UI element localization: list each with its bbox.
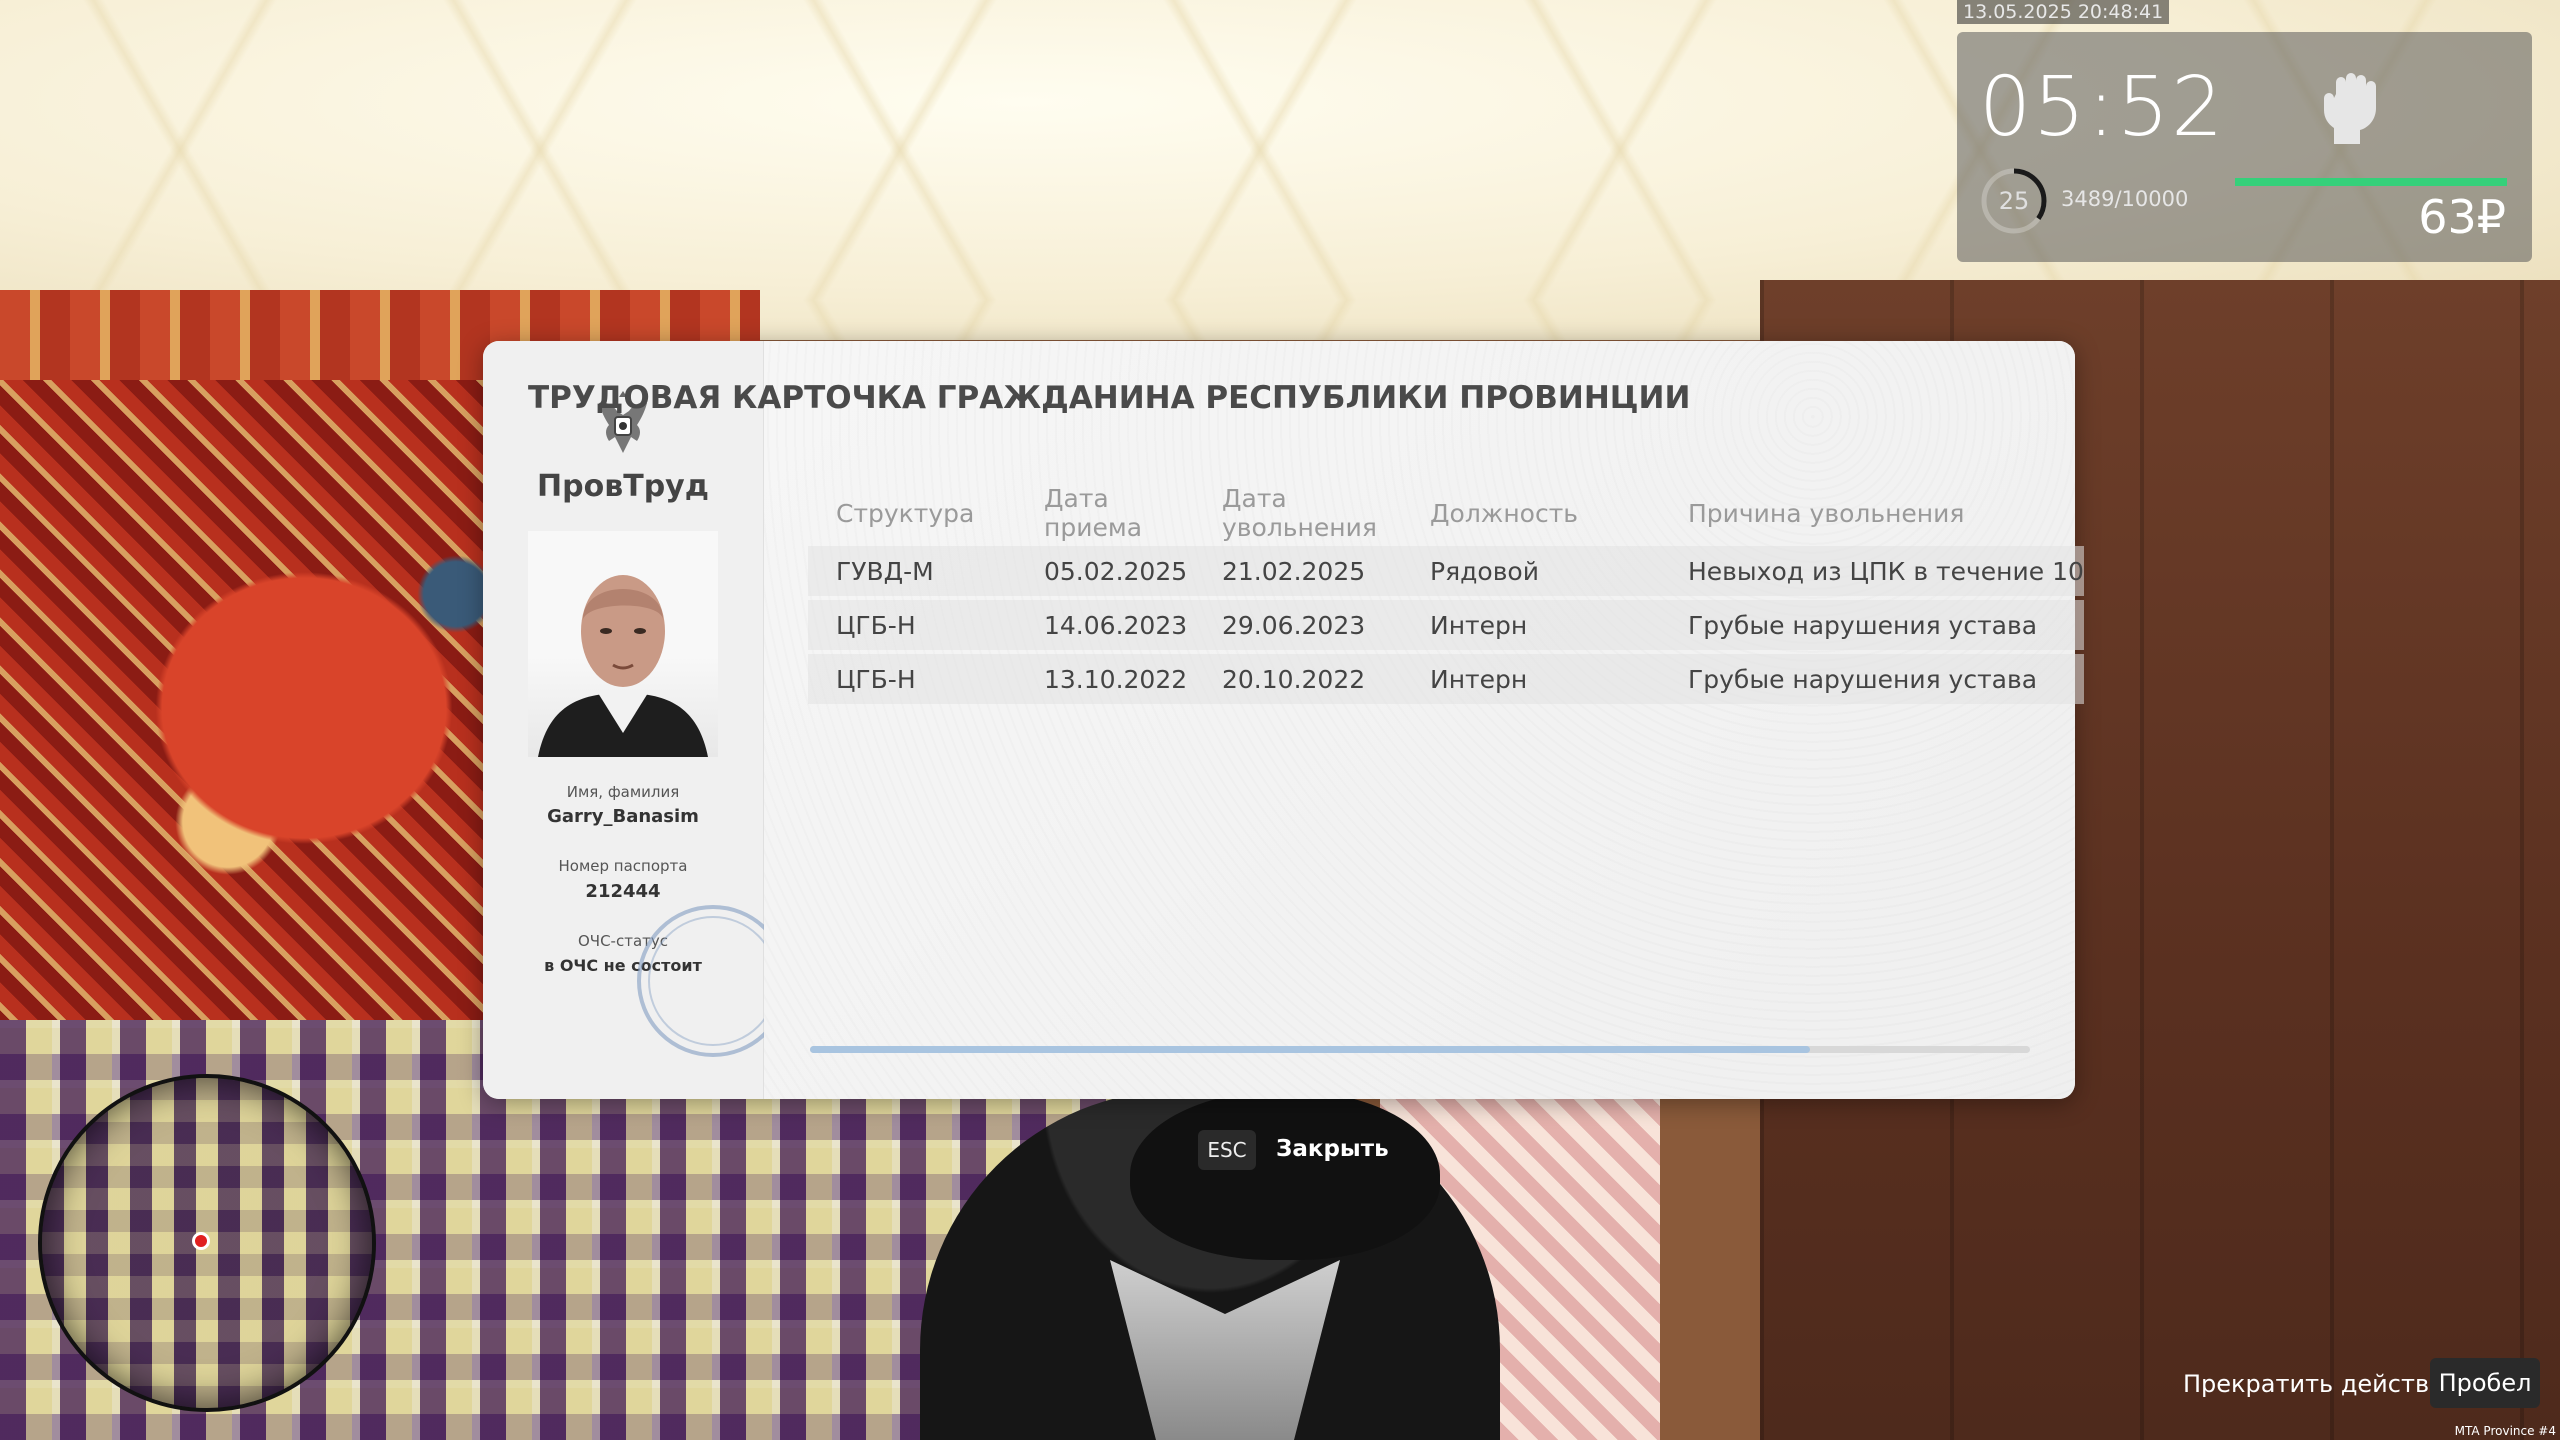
column-header: Причина увольнения: [1688, 498, 1965, 528]
cell-dismissal-date: 21.02.2025: [1194, 546, 1402, 596]
passport-number: 212444: [585, 881, 661, 902]
cell-position: Интерн: [1402, 654, 1660, 704]
hud-panel: 05:52 25 3489/10000 63₽: [1957, 32, 2532, 262]
passport-label: Номер паспорта: [558, 857, 688, 875]
player-level: 25: [1998, 187, 2030, 215]
citizen-portrait-icon: [538, 575, 708, 757]
game-clock: 05:52: [1979, 60, 2226, 155]
table-row: ГУВД-М 05.02.2025 21.02.2025 Рядовой Нев…: [808, 546, 2084, 596]
server-tag: MTA Province #4: [2454, 1424, 2556, 1438]
column-header: Дата приема: [1044, 484, 1143, 542]
horizontal-scrollbar[interactable]: [810, 1046, 2030, 1053]
brand-title: ПровТруд: [537, 469, 709, 504]
cell-reason: Грубые нарушения устава: [1660, 654, 2084, 704]
cell-reason: Невыход из ЦПК в течение 10: [1660, 546, 2084, 596]
xp-counter: 3489/10000: [2061, 187, 2189, 211]
column-header: Структура: [836, 498, 975, 528]
fist-icon: [2324, 73, 2376, 144]
space-key-badge[interactable]: Пробел: [2430, 1358, 2540, 1408]
datetime-readout: 13.05.2025 20:48:41: [1957, 0, 2170, 24]
column-header: Должность: [1430, 498, 1579, 528]
player-marker-icon: [192, 1232, 210, 1250]
cell-structure: ГУВД-М: [808, 546, 1016, 596]
name-label: Имя, фамилия: [566, 783, 680, 801]
cell-hire-date: 05.02.2025: [1016, 546, 1194, 596]
scrollbar-thumb[interactable]: [810, 1046, 1811, 1053]
profile-sidebar: ПровТруд Имя, фамилия Garry_Banasim Номе…: [483, 341, 789, 1099]
health-bar-fill: [2235, 178, 2507, 186]
cell-structure: ЦГБ-Н: [808, 600, 1016, 650]
card-title: ТРУДОВАЯ КАРТОЧКА ГРАЖДАНИНА РЕСПУБЛИКИ …: [528, 380, 1691, 416]
table-row: ЦГБ-Н 14.06.2023 29.06.2023 Интерн Грубы…: [808, 600, 2084, 650]
cell-dismissal-date: 29.06.2023: [1194, 600, 1402, 650]
money-readout: 63₽: [2418, 190, 2506, 244]
citizen-photo: [528, 531, 718, 757]
cell-position: Рядовой: [1402, 546, 1660, 596]
cell-reason: Грубые нарушения устава: [1660, 600, 2084, 650]
cell-hire-date: 14.06.2023: [1016, 600, 1194, 650]
stop-action-label: Прекратить действие: [2183, 1370, 2460, 1398]
cell-dismissal-date: 20.10.2022: [1194, 654, 1402, 704]
employment-history-table: Структура Дата приема Дата увольнения До…: [808, 480, 2084, 708]
citizen-name: Garry_Banasim: [547, 806, 699, 827]
cell-position: Интерн: [1402, 600, 1660, 650]
esc-key-badge[interactable]: ESC: [1198, 1130, 1256, 1170]
column-header: Дата увольнения: [1222, 484, 1377, 542]
health-bar: [2235, 178, 2507, 186]
cell-hire-date: 13.10.2022: [1016, 654, 1194, 704]
player-character-head: [1130, 1090, 1440, 1260]
records-panel: [764, 341, 2075, 1099]
table-row: ЦГБ-Н 13.10.2022 20.10.2022 Интерн Грубы…: [808, 654, 2084, 704]
cell-structure: ЦГБ-Н: [808, 654, 1016, 704]
table-header-row: Структура Дата приема Дата увольнения До…: [808, 484, 2084, 542]
work-record-card: ПровТруд Имя, фамилия Garry_Banasim Номе…: [483, 341, 2075, 1099]
close-label[interactable]: Закрыть: [1276, 1136, 1389, 1162]
